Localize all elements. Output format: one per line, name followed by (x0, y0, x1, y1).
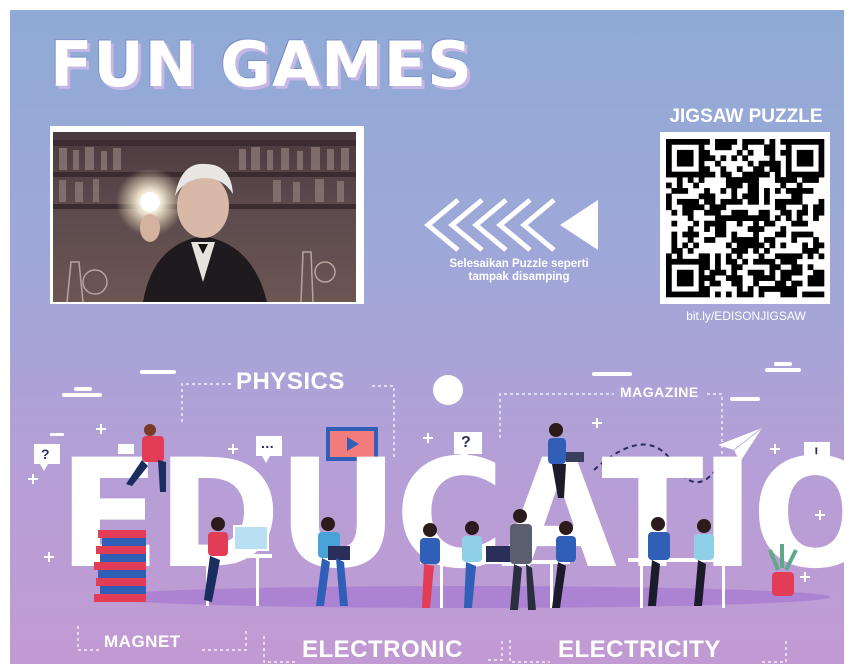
instruction-text: Selesaikan Puzzle seperti tampak disampi… (449, 258, 589, 283)
qr-link[interactable]: bit.ly/EDISONJIGSAW (656, 309, 836, 323)
qr-title: JIGSAW PUZZLE (669, 106, 823, 127)
label-magnet: MAGNET (104, 632, 181, 651)
people-scene (94, 423, 798, 610)
label-electronic: ELECTRONIC (302, 636, 463, 663)
edison-photo (53, 132, 356, 302)
label-magazine: MAGAZINE (620, 384, 699, 400)
poster-title: FUN GAMES (50, 28, 473, 101)
qr-code[interactable] (660, 132, 830, 304)
label-electricity: ELECTRICITY (558, 636, 721, 663)
arrow-left-icon (422, 196, 602, 254)
label-physics: PHYSICS (236, 368, 345, 395)
plant-icon (768, 544, 798, 596)
poster: FUN GAMES Selesaikan Puzzle seperti tamp… (10, 10, 844, 664)
book-stack-icon (94, 530, 146, 602)
